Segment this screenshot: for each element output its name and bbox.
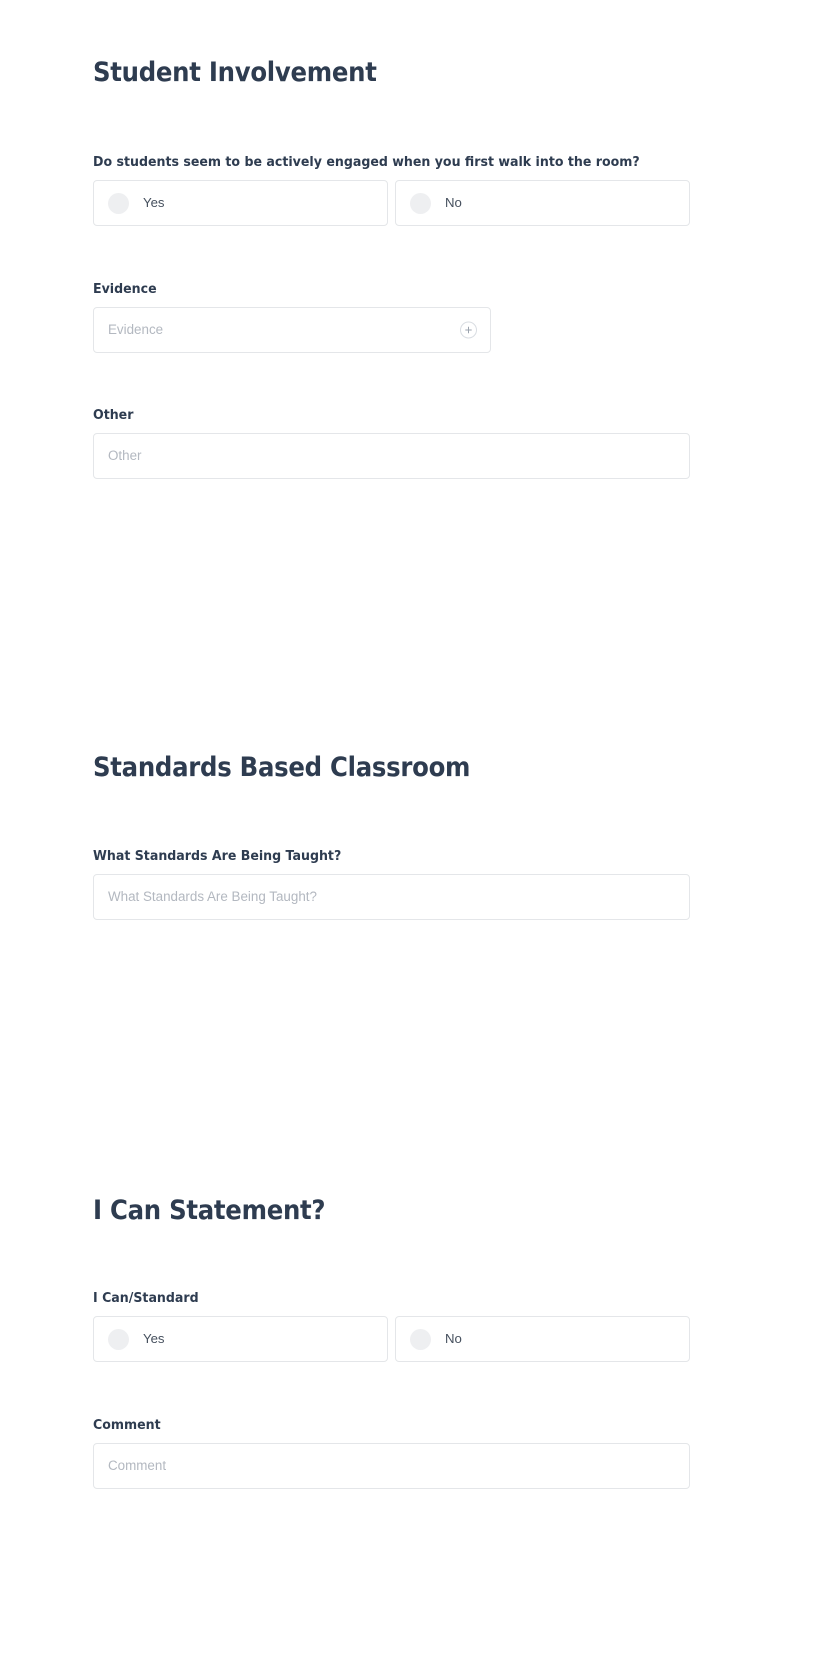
other-input-placeholder: Other: [108, 448, 142, 464]
what-standards-input-placeholder: What Standards Are Being Taught?: [108, 889, 317, 905]
field-evidence: Evidence Evidence: [93, 282, 491, 354]
evidence-input[interactable]: Evidence: [93, 307, 491, 354]
field-label: Do students seem to be actively engaged …: [93, 155, 640, 170]
what-standards-input[interactable]: What Standards Are Being Taught?: [93, 874, 690, 921]
radio-circle-icon[interactable]: [108, 192, 129, 214]
radio-group-i-can-standard: Yes No: [93, 1316, 690, 1363]
field-what-standards: What Standards Are Being Taught? What St…: [93, 849, 690, 921]
radio-option-label: No: [445, 1331, 462, 1347]
radio-option-yes[interactable]: Yes: [93, 180, 388, 227]
section-student-involvement: Student Involvement: [93, 58, 690, 87]
radio-option-label: No: [445, 195, 462, 211]
comment-input-placeholder: Comment: [108, 1458, 167, 1474]
field-label: What Standards Are Being Taught?: [93, 849, 342, 864]
radio-circle-icon[interactable]: [410, 192, 431, 214]
radio-option-label: Yes: [143, 1331, 165, 1347]
field-actively-engaged: Do students seem to be actively engaged …: [93, 155, 690, 227]
field-label: I Can/Standard: [93, 1291, 199, 1306]
radio-circle-icon[interactable]: [108, 1328, 129, 1350]
field-comment: Comment Comment: [93, 1418, 690, 1490]
section-standards-based-classroom: Standards Based Classroom: [93, 753, 690, 782]
radio-group-actively-engaged: Yes No: [93, 180, 690, 227]
section-i-can-statement: I Can Statement?: [93, 1196, 690, 1225]
field-other: Other Other: [93, 408, 690, 480]
radio-option-no[interactable]: No: [395, 1316, 690, 1363]
form-page: Student Involvement Do students seem to …: [0, 0, 840, 1680]
field-i-can-standard: I Can/Standard Yes No: [93, 1291, 690, 1363]
radio-option-label: Yes: [143, 195, 165, 211]
plus-circle-icon[interactable]: [460, 321, 477, 339]
comment-input[interactable]: Comment: [93, 1443, 690, 1490]
section-title: I Can Statement?: [93, 1195, 326, 1226]
radio-circle-icon[interactable]: [410, 1328, 431, 1350]
section-title: Standards Based Classroom: [93, 752, 471, 783]
other-input[interactable]: Other: [93, 433, 690, 480]
field-label: Evidence: [93, 282, 157, 297]
radio-option-yes[interactable]: Yes: [93, 1316, 388, 1363]
section-title: Student Involvement: [93, 57, 377, 88]
field-label: Comment: [93, 1418, 161, 1433]
radio-option-no[interactable]: No: [395, 180, 690, 227]
evidence-input-placeholder: Evidence: [108, 322, 164, 338]
field-label: Other: [93, 408, 134, 423]
